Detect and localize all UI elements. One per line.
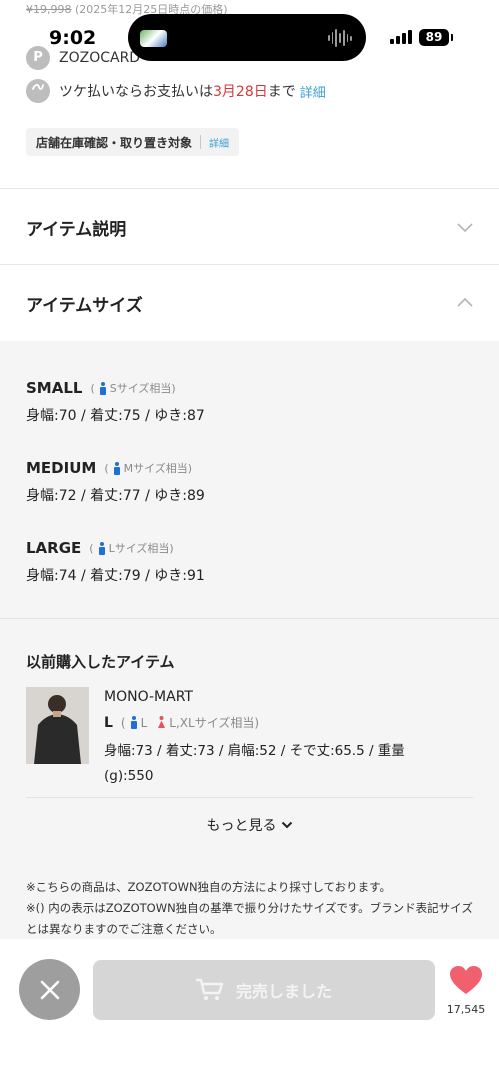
battery-tip [451, 34, 453, 41]
tsuke-date: 3月28日 [213, 84, 268, 100]
item-size-accordion[interactable]: アイテムサイズ [0, 265, 499, 341]
size-equivalent-text: Lサイズ相当 [108, 542, 170, 555]
store-stock-label: 店舗在庫確認・取り置き対象 [36, 135, 193, 150]
chevron-down-icon [457, 223, 473, 233]
previous-size-name: L [104, 714, 113, 731]
chevron-down-icon [281, 821, 292, 829]
store-stock-detail-link[interactable]: 詳細 [209, 135, 229, 150]
chevron-up-icon [457, 297, 473, 307]
size-entry-small: SMALL (Sサイズ相当) 身幅:70 / 着丈:75 / ゆき:87 [26, 379, 205, 425]
size-equivalent: (Mサイズ相当) [104, 461, 193, 475]
battery-icon: 89 [419, 29, 449, 46]
previous-item-image[interactable] [26, 687, 89, 764]
tsuke-payment-icon [26, 79, 50, 103]
size-note: ※こちらの商品は、ZOZOTOWN独自の方法により採寸しております。 [26, 880, 391, 894]
size-panel-divider [0, 618, 499, 619]
bottom-action-bar: 完売しました 17,545 [0, 939, 499, 1080]
tsuke-detail-link[interactable]: 詳細 [300, 82, 326, 101]
dynamic-island [128, 14, 366, 61]
tsuke-prefix: ツケ払いならお支払いは [59, 84, 213, 100]
size-equivalent: (Sサイズ相当) [90, 381, 176, 395]
male-icon [98, 541, 105, 555]
item-size-panel: SMALL (Sサイズ相当) 身幅:70 / 着丈:75 / ゆき:87 MED… [0, 341, 499, 939]
previous-purchase-title: 以前購入したアイテム [26, 653, 175, 671]
male-icon [113, 461, 120, 475]
tsuke-payment-row: ツケ払いならお支払いは 3月28日 まで 詳細 [26, 78, 326, 104]
previous-item-divider [26, 797, 473, 798]
close-button[interactable] [19, 959, 80, 1020]
size-entry-medium: MEDIUM (Mサイズ相当) 身幅:72 / 着丈:77 / ゆき:89 [26, 459, 205, 505]
old-price-value: ¥19,998 [26, 3, 72, 16]
male-icon [130, 716, 137, 729]
size-measurements: 身幅:70 / 着丈:75 / ゆき:87 [26, 408, 205, 424]
female-equivalent-text: L,XLサイズ相当 [169, 716, 255, 730]
previous-size-equivalent: (L L,XLサイズ相当) [120, 715, 260, 731]
size-note: ※() 内の表示はZOZOTOWN独自の基準で振り分けたサイズです。ブランド表記… [26, 901, 473, 936]
tsuke-suffix: まで [267, 84, 296, 100]
size-equivalent-text: Sサイズ相当 [109, 382, 172, 395]
size-entry-large: LARGE (Lサイズ相当) 身幅:74 / 着丈:79 / ゆき:91 [26, 539, 205, 585]
size-notes: ※こちらの商品は、ZOZOTOWN独自の方法により採寸しております。 ※() 内… [26, 877, 478, 940]
previous-item-measurements: 身幅:73 / 着丈:73 / 肩幅:52 / そで丈:65.5 / 重量(g)… [104, 743, 405, 784]
female-icon [158, 716, 166, 728]
close-icon [40, 980, 59, 999]
favorite-button[interactable]: 17,545 [444, 965, 488, 1016]
favorite-count: 17,545 [446, 1003, 486, 1016]
badge-divider [200, 135, 202, 149]
media-thumbnail [140, 30, 167, 47]
size-measurements: 身幅:72 / 着丈:77 / ゆき:89 [26, 488, 205, 504]
show-more-button[interactable]: もっと見る [0, 815, 499, 835]
cart-icon [195, 978, 224, 1000]
male-icon [99, 381, 106, 395]
previous-item-size: L (L L,XLサイズ相当) [104, 714, 259, 731]
size-name: MEDIUM [26, 459, 97, 477]
item-description-title: アイテム説明 [26, 219, 127, 240]
sold-out-label: 完売しました [235, 982, 332, 1001]
cellular-signal-icon [390, 30, 412, 44]
size-name: SMALL [26, 379, 83, 397]
show-more-label: もっと見る [206, 818, 277, 834]
sold-out-button[interactable]: 完売しました [93, 960, 435, 1020]
previous-item-brand[interactable]: MONO-MART [104, 689, 193, 705]
size-name: LARGE [26, 539, 82, 557]
size-equivalent: (Lサイズ相当) [89, 541, 174, 555]
heart-icon [450, 966, 482, 994]
size-equivalent-text: Mサイズ相当 [123, 462, 188, 475]
audio-wave-icon [328, 28, 353, 48]
size-measurements: 身幅:74 / 着丈:79 / ゆき:91 [26, 568, 205, 584]
status-bar: ¥19,998 (2025年12月25日時点の価格) 9:02 89 [0, 0, 499, 61]
store-stock-badge: 店舗在庫確認・取り置き対象 詳細 [26, 128, 240, 156]
item-description-accordion[interactable]: アイテム説明 [0, 189, 499, 265]
item-size-title: アイテムサイズ [26, 295, 143, 316]
status-time: 9:02 [49, 27, 97, 49]
male-equivalent-text: L [140, 715, 148, 730]
